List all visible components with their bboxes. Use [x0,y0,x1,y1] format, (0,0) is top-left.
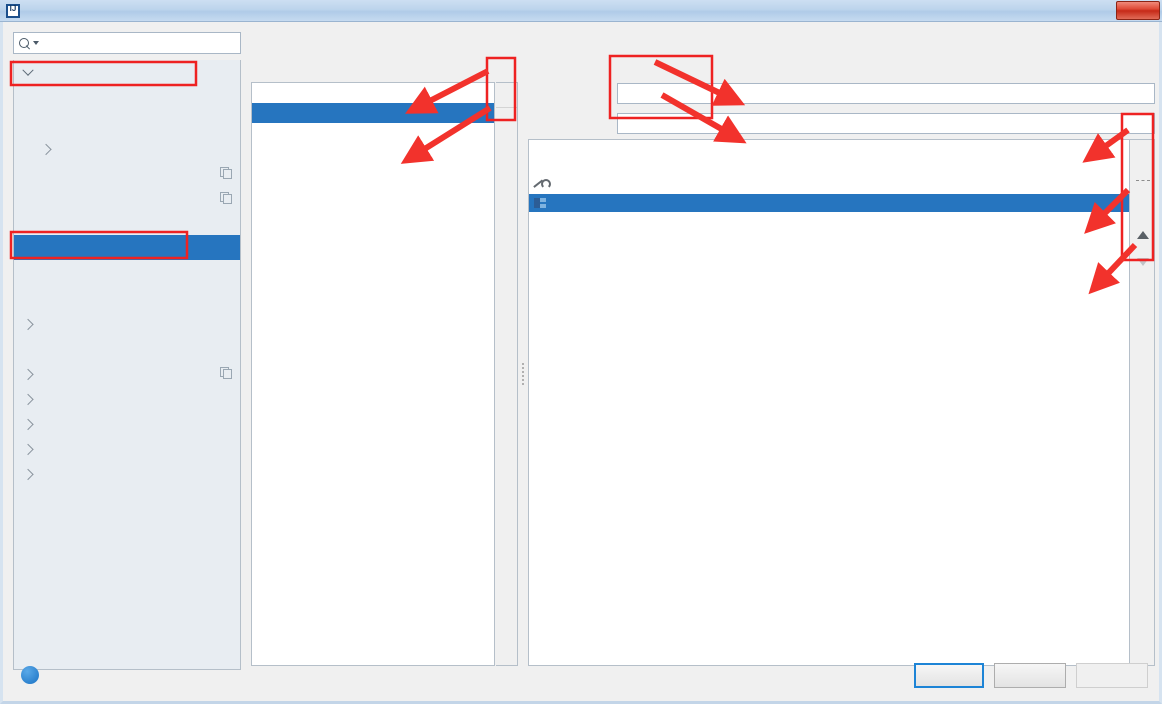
quick-lists-toolbar [496,82,518,666]
search-input[interactable] [39,35,240,51]
move-action-down-button[interactable] [1130,248,1155,275]
sidebar-item-notifications[interactable] [14,210,240,235]
action-list-item[interactable] [529,176,1129,194]
actions-toolbar [1130,139,1155,666]
chevron-right-icon[interactable] [20,315,36,331]
sidebar-item-editor[interactable] [14,310,240,335]
add-quick-list-button[interactable] [496,83,518,107]
action-list-item[interactable] [529,158,1129,176]
chevron-right-icon[interactable] [20,440,36,456]
triangle-up-icon [1136,230,1149,239]
chevron-right-icon[interactable] [20,415,36,431]
action-list-item[interactable] [529,194,1129,212]
close-icon[interactable] [1116,1,1160,20]
sidebar-item-keymap[interactable] [14,285,240,310]
sidebar-item-appearance[interactable] [14,85,240,110]
triangle-down-icon [1136,257,1149,266]
module-icon [533,196,548,210]
copy-settings-icon [220,167,232,179]
quick-list-item[interactable] [252,83,494,103]
sidebar-item-path-variables[interactable] [14,260,240,285]
ok-button[interactable] [914,663,984,688]
display-name-input[interactable] [617,83,1155,104]
quick-list-item[interactable] [252,103,494,123]
sidebar-item-languages-frameworks[interactable] [14,410,240,435]
action-list-item[interactable] [529,140,1129,158]
actions-list[interactable] [528,139,1130,666]
copy-settings-icon [220,192,232,204]
sidebar-item-file-colors[interactable] [14,160,240,185]
quick-lists-list[interactable] [251,82,495,666]
actions-toolbar-divider [1130,167,1155,194]
chevron-right-icon[interactable] [38,140,54,156]
copy-settings-icon [220,367,232,379]
search-box[interactable] [13,32,241,54]
description-input[interactable] [617,113,1155,134]
help-button[interactable] [21,666,39,684]
sidebar-item-build-execution-deployment[interactable] [14,385,240,410]
panel-splitter[interactable] [518,82,528,666]
remove-action-button[interactable] [1130,194,1155,221]
wrench-icon [533,178,551,192]
chevron-down-icon[interactable] [20,65,36,81]
sidebar-item-appearance-behavior[interactable] [14,60,240,85]
sidebar-item-easy-code[interactable] [14,460,240,485]
sidebar-item-menus-and-toolbars[interactable] [14,110,240,135]
move-action-up-button[interactable] [1130,221,1155,248]
splitter-grip-icon [522,363,524,385]
action-icon-placeholder [533,160,548,174]
remove-quick-list-button[interactable] [496,108,518,132]
sidebar-item-scopes[interactable] [14,185,240,210]
search-icon [19,37,32,50]
cancel-button[interactable] [994,663,1066,688]
action-icon-placeholder [533,142,548,156]
chevron-right-icon[interactable] [20,465,36,481]
title-bar [0,0,1162,22]
apply-button [1076,663,1148,688]
settings-dialog-window [0,0,1162,704]
chevron-right-icon[interactable] [20,390,36,406]
sidebar-item-tools[interactable] [14,435,240,460]
sidebar-item-plugins[interactable] [14,335,240,360]
dialog-body [0,22,1162,704]
add-action-button[interactable] [1130,140,1155,167]
sidebar-item-system-settings[interactable] [14,135,240,160]
sidebar-item-quick-lists[interactable] [14,235,240,260]
settings-tree[interactable] [13,60,241,670]
sidebar-item-version-control[interactable] [14,360,240,385]
chevron-right-icon[interactable] [20,365,36,381]
intellij-logo-icon [6,3,20,18]
